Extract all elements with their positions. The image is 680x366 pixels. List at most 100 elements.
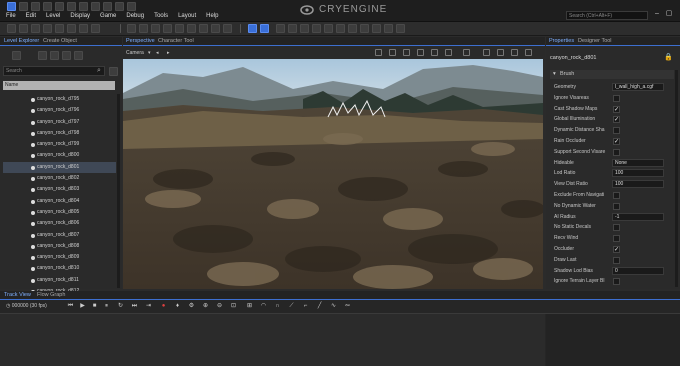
- sound-icon[interactable]: [372, 24, 381, 33]
- align-icon[interactable]: [55, 24, 64, 33]
- tab-character-tool[interactable]: Character Tool: [158, 38, 194, 44]
- link-icon[interactable]: [151, 24, 160, 33]
- scale-viewport-icon[interactable]: [445, 49, 452, 56]
- select-all-icon[interactable]: [175, 24, 184, 33]
- ai-physics-icon[interactable]: [260, 24, 269, 33]
- list-item[interactable]: canyon_rock_d803: [3, 184, 116, 195]
- linear-icon[interactable]: ╱: [316, 303, 323, 310]
- list-item[interactable]: canyon_rock_d808: [3, 241, 116, 252]
- zoom-in-icon[interactable]: ⊕: [202, 303, 209, 310]
- property-value-field[interactable]: 0: [612, 266, 664, 275]
- console-icon[interactable]: [348, 24, 357, 33]
- property-checkbox[interactable]: [613, 127, 620, 135]
- properties-scrollbar[interactable]: [675, 70, 678, 287]
- undo-icon[interactable]: [127, 24, 136, 33]
- property-checkbox[interactable]: ✓: [613, 246, 620, 253]
- property-value-field[interactable]: -1: [612, 212, 664, 221]
- name-column-header[interactable]: Name: [3, 81, 115, 90]
- pause-icon[interactable]: ⏸: [103, 303, 110, 310]
- scale-tool-icon[interactable]: [43, 2, 52, 11]
- view-layers-icon[interactable]: [50, 51, 59, 60]
- menu-level[interactable]: Level: [46, 13, 60, 19]
- loop-icon[interactable]: ↻: [117, 303, 124, 310]
- list-item[interactable]: canyon_rock_d807: [3, 230, 116, 241]
- particle-icon[interactable]: [300, 24, 309, 33]
- terrain-snap-icon[interactable]: [79, 2, 88, 11]
- ripple-icon[interactable]: ◠: [260, 303, 267, 310]
- render-mode-icon[interactable]: [389, 49, 396, 56]
- property-checkbox[interactable]: [613, 202, 620, 210]
- statistics-icon[interactable]: [511, 49, 518, 56]
- forward-arrow-icon[interactable]: ▸: [167, 50, 170, 56]
- layers-icon[interactable]: [384, 24, 393, 33]
- game-mode-icon[interactable]: [127, 2, 136, 11]
- world-coord-icon[interactable]: [55, 2, 64, 11]
- camera-icon[interactable]: [103, 2, 112, 11]
- wireframe-icon[interactable]: [497, 49, 504, 56]
- camera-dropdown[interactable]: Camera: [126, 50, 144, 56]
- view-list-icon[interactable]: [38, 51, 47, 60]
- flowgraph-icon[interactable]: [288, 24, 297, 33]
- 3d-viewport[interactable]: [123, 59, 543, 289]
- brush-section-header[interactable]: ▾ Brush: [550, 70, 674, 79]
- menu-display[interactable]: Display: [70, 13, 90, 19]
- list-item[interactable]: canyon_rock_d811: [3, 275, 116, 286]
- list-item[interactable]: canyon_rock_d804: [3, 196, 116, 207]
- list-scrollbar[interactable]: [117, 94, 120, 288]
- move-icon[interactable]: [19, 24, 28, 33]
- key-icon[interactable]: ♦: [174, 303, 181, 310]
- snap-scale-icon[interactable]: [91, 24, 100, 33]
- next-key-icon[interactable]: ⇥: [145, 303, 152, 310]
- list-item[interactable]: canyon_rock_d795: [3, 94, 116, 105]
- property-checkbox[interactable]: [613, 94, 620, 102]
- level-search-input[interactable]: Search: [3, 66, 105, 76]
- scale-icon[interactable]: [43, 24, 52, 33]
- track-key-panel[interactable]: [546, 314, 680, 366]
- tab-level-explorer[interactable]: Level Explorer: [4, 38, 39, 44]
- rotate-icon[interactable]: [31, 24, 40, 33]
- list-item[interactable]: canyon_rock_d800: [3, 150, 116, 161]
- filter-icon[interactable]: [12, 51, 21, 60]
- property-value-field[interactable]: l_wall_high_a.cgf: [612, 83, 664, 91]
- tab-perspective[interactable]: Perspective: [126, 38, 155, 44]
- angle-icon[interactable]: [431, 49, 438, 56]
- maximize-viewport-icon[interactable]: [525, 49, 532, 56]
- snap-keys-icon[interactable]: ⊞: [246, 303, 253, 310]
- record-icon[interactable]: ●: [160, 303, 167, 310]
- list-item[interactable]: canyon_rock_d810: [3, 263, 116, 274]
- hide-icon[interactable]: [199, 24, 208, 33]
- menu-help[interactable]: Help: [206, 13, 218, 19]
- list-item[interactable]: canyon_rock_d809: [3, 252, 116, 263]
- property-checkbox[interactable]: ✓: [613, 138, 620, 145]
- lock-icon[interactable]: 🔒: [664, 53, 673, 61]
- magnet-icon[interactable]: ∩: [274, 303, 281, 310]
- go-end-icon[interactable]: ⏭: [131, 303, 138, 310]
- view-type-icon[interactable]: [62, 51, 71, 60]
- list-item[interactable]: canyon_rock_d797: [3, 117, 116, 128]
- settings-icon[interactable]: ⚙: [188, 303, 195, 310]
- tab-flow-graph[interactable]: Flow Graph: [37, 292, 65, 298]
- menu-edit[interactable]: Edit: [26, 13, 36, 19]
- cursor-icon[interactable]: [7, 24, 16, 33]
- global-search-input[interactable]: Search (Ctrl+Alt+F): [566, 11, 648, 20]
- display-options-icon[interactable]: [375, 49, 382, 56]
- menu-layout[interactable]: Layout: [178, 13, 196, 19]
- options-icon[interactable]: [109, 67, 118, 76]
- property-checkbox[interactable]: [613, 235, 620, 243]
- list-item[interactable]: canyon_rock_d801: [3, 161, 116, 174]
- play-icon[interactable]: ▶: [79, 303, 86, 310]
- list-item[interactable]: canyon_rock_d798: [3, 128, 116, 139]
- asset-icon[interactable]: [396, 24, 405, 33]
- move-tool-icon[interactable]: [19, 2, 28, 11]
- menu-game[interactable]: Game: [100, 13, 116, 19]
- eye-icon[interactable]: [463, 49, 470, 56]
- minimize-icon[interactable]: –: [652, 9, 662, 19]
- sequence-icon[interactable]: [360, 24, 369, 33]
- snap-viewport-icon[interactable]: [403, 49, 410, 56]
- database-icon[interactable]: [336, 24, 345, 33]
- play-mode-icon[interactable]: [248, 24, 257, 33]
- snap-grid-icon[interactable]: [67, 24, 76, 33]
- zoom-out-icon[interactable]: ⊖: [216, 303, 223, 310]
- tab-designer-tool[interactable]: Designer Tool: [578, 38, 612, 44]
- redo-icon[interactable]: [139, 24, 148, 33]
